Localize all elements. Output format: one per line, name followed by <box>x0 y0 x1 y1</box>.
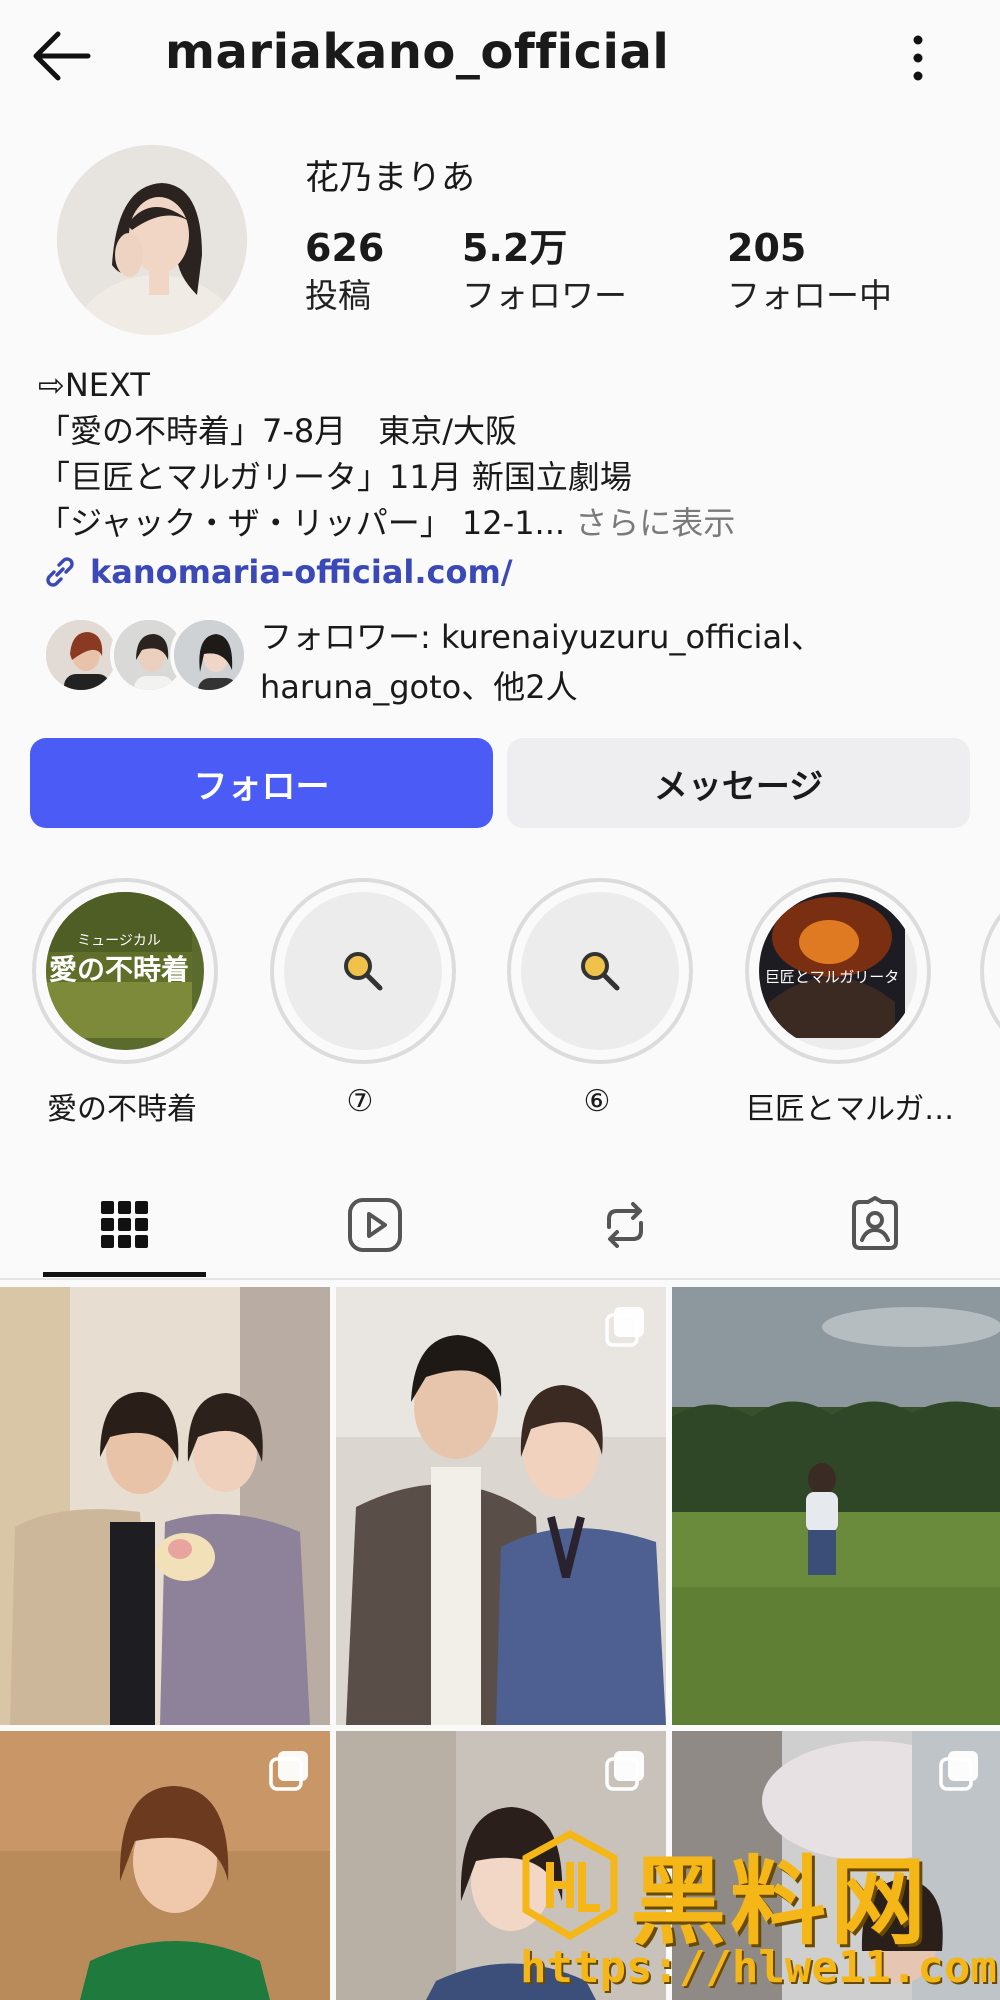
profile-avatar[interactable] <box>57 145 247 335</box>
back-arrow-icon[interactable] <box>30 28 92 84</box>
followers-label: フォロワー <box>462 276 627 315</box>
watermark-url: https://hlwe11.com <box>520 1942 997 1993</box>
watermark: 黑料网 https://hlwe11.com <box>520 1830 997 2000</box>
highlight-cover <box>521 892 679 1050</box>
highlight-cover <box>284 892 442 1050</box>
highlight-ring: 巨匠とマルガリータ <box>745 878 931 1064</box>
link-icon <box>46 557 74 587</box>
highlight-item[interactable]: ミュージカル 愛の不時着 愛の不時着 <box>32 878 218 1128</box>
top-bar: mariakano_official <box>0 0 1000 110</box>
bio-line: 「ジャック・ザ・リッパー」 12-1... さらに表示 <box>38 500 968 546</box>
highlight-cover-subtitle: ミュージカル <box>77 933 161 949</box>
reposts-icon <box>607 1202 643 1248</box>
multiple-posts-icon <box>605 1307 644 1347</box>
follower-avatar[interactable] <box>42 616 120 694</box>
following-count: 205 <box>727 226 807 270</box>
reels-icon <box>348 1198 402 1252</box>
posts-count: 626 <box>305 226 385 270</box>
content-tabs <box>0 1170 1000 1280</box>
bio-line: 「愛の不時着」7-8月 東京/大阪 <box>38 412 518 450</box>
highlight-item[interactable]: ⑦ <box>270 878 456 1119</box>
followers-count: 5.2万 <box>462 226 568 270</box>
display-name: 花乃まりあ <box>305 158 475 198</box>
highlight-item[interactable]: 巨匠とマルガリータ 巨匠とマルガ… <box>745 878 955 1128</box>
see-more-link[interactable]: さらに表示 <box>575 504 735 542</box>
multiple-posts-icon <box>269 1751 308 1791</box>
highlight-cover-title: 愛の不時着 <box>48 953 189 986</box>
post-thumbnail[interactable] <box>0 1287 330 1725</box>
more-options-icon[interactable] <box>900 30 936 86</box>
highlight-ring <box>270 878 456 1064</box>
highlight-cover-title: 巨匠とマルガリータ <box>764 968 900 986</box>
post-thumbnail[interactable] <box>672 1287 1000 1725</box>
follow-button[interactable]: フォロー <box>30 738 493 828</box>
magnifier-icon <box>344 952 383 991</box>
magnifier-icon <box>581 952 620 991</box>
username-title: mariakano_official <box>165 24 670 80</box>
highlight-label: 巨匠とマルガ… <box>745 1092 955 1127</box>
bio-line: ⇨NEXT <box>38 366 150 404</box>
bio-line-text: 「ジャック・ザ・リッパー」 12-1... <box>38 504 566 542</box>
posts-stat[interactable]: 626 投稿 <box>305 224 384 320</box>
tab-grid[interactable] <box>90 1190 160 1260</box>
following-stat[interactable]: 205 フォロー中 <box>727 224 892 320</box>
multiple-posts-icon <box>605 1751 644 1791</box>
highlight-label: ⑦ <box>346 1084 374 1119</box>
message-button[interactable]: メッセージ <box>507 738 970 828</box>
highlight-label: 愛の不時着 <box>47 1092 197 1127</box>
post-thumbnail[interactable] <box>0 1731 330 2000</box>
highlight-cover: 巨匠とマルガリータ <box>759 892 917 1050</box>
tagged-icon <box>852 1196 898 1250</box>
tab-tagged[interactable] <box>840 1190 910 1260</box>
website-link[interactable]: kanomaria-official.com/ <box>40 552 513 592</box>
bio-line: 「巨匠とマルガリータ」11月 新国立劇場 <box>38 458 632 496</box>
website-link-text: kanomaria-official.com/ <box>90 553 513 591</box>
grid-icon <box>101 1201 148 1248</box>
highlight-item[interactable]: ⑥ <box>507 878 693 1119</box>
following-label: フォロー中 <box>727 276 892 315</box>
tab-reposts[interactable] <box>590 1190 660 1260</box>
highlight-ring <box>507 878 693 1064</box>
follower-avatar[interactable] <box>170 616 248 694</box>
bio: ⇨NEXT 「愛の不時着」7-8月 東京/大阪 「巨匠とマルガリータ」11月 新… <box>38 362 968 546</box>
followers-stat[interactable]: 5.2万 フォロワー <box>462 224 627 320</box>
followed-by-line: フォロワー: kurenaiyuzuru_official、 <box>260 618 823 656</box>
selected-tab-indicator <box>43 1272 206 1277</box>
followed-by-line: haruna_goto、他2人 <box>260 668 578 706</box>
highlight-ring: ミュージカル 愛の不時着 <box>32 878 218 1064</box>
post-thumbnail[interactable] <box>336 1287 666 1725</box>
watermark-logo-icon <box>522 1830 618 1940</box>
highlight-item-partial[interactable] <box>980 878 1000 1064</box>
highlight-label: ⑥ <box>583 1084 611 1119</box>
highlight-cover: ミュージカル 愛の不時着 <box>46 892 204 1050</box>
followed-by-text[interactable]: フォロワー: kurenaiyuzuru_official、 haruna_go… <box>260 612 980 712</box>
tab-reels[interactable] <box>340 1190 410 1260</box>
posts-label: 投稿 <box>305 276 371 315</box>
multiple-posts-icon <box>939 1751 978 1791</box>
